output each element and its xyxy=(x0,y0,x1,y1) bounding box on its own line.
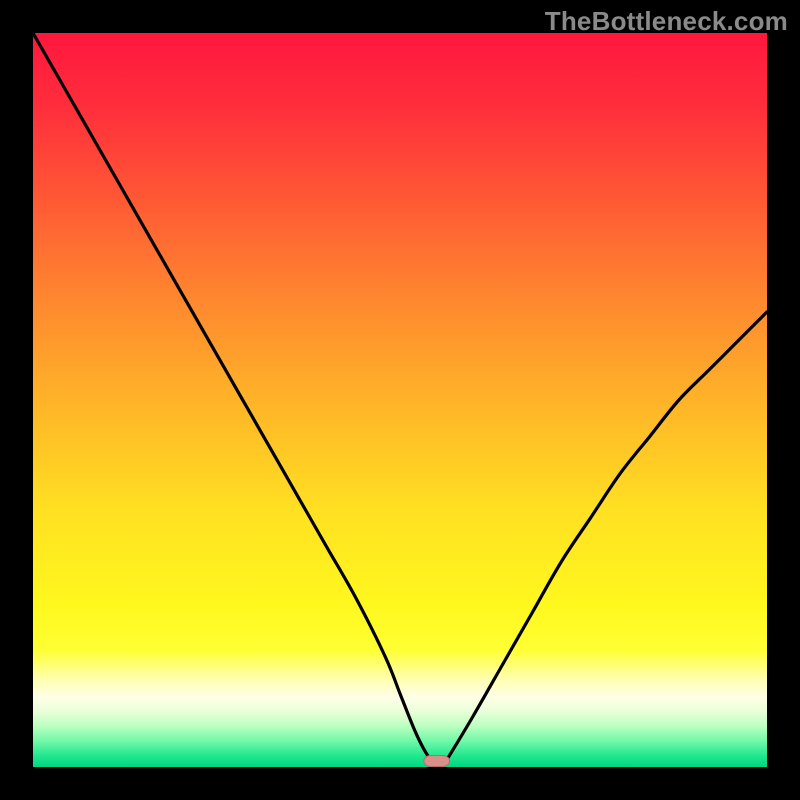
optimal-marker xyxy=(424,755,450,766)
bottleneck-curve xyxy=(33,33,767,767)
chart-frame: TheBottleneck.com xyxy=(0,0,800,800)
plot-area xyxy=(33,33,767,767)
watermark-text: TheBottleneck.com xyxy=(545,6,788,37)
